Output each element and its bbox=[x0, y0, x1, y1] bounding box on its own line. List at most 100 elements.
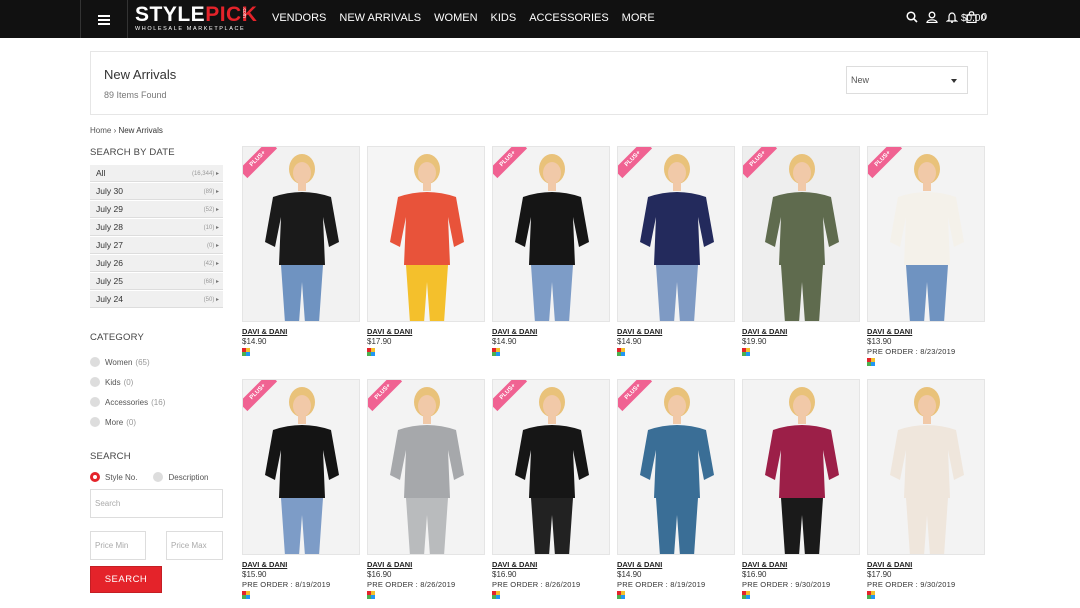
product-brand-link[interactable]: DAVI & DANI bbox=[242, 560, 360, 569]
date-filter-count: (10) bbox=[204, 224, 219, 231]
color-swatch-icon[interactable] bbox=[492, 591, 500, 599]
color-swatch-icon[interactable] bbox=[367, 348, 375, 356]
product-image[interactable]: PLUS+ bbox=[242, 379, 360, 555]
product-image[interactable]: PLUS+ bbox=[492, 146, 610, 322]
color-swatch-icon[interactable] bbox=[742, 348, 750, 356]
date-filter-item[interactable]: July 26 (42) bbox=[90, 255, 223, 272]
style-no-radio[interactable] bbox=[90, 472, 100, 482]
category-checkbox[interactable] bbox=[90, 417, 100, 427]
product-card[interactable]: PLUS+ DAVI & DANI $16.90 PRE ORDER : 8/26/2… bbox=[492, 379, 610, 599]
description-radio[interactable] bbox=[153, 472, 164, 482]
product-brand-link[interactable]: DAVI & DANI bbox=[617, 327, 735, 336]
product-brand-link[interactable]: DAVI & DANI bbox=[867, 327, 985, 336]
listing-header: New Arrivals 89 Items Found New bbox=[90, 51, 988, 115]
category-item[interactable]: Women (65) bbox=[90, 352, 165, 372]
product-image[interactable]: PLUS+ bbox=[242, 146, 360, 322]
hamburger-menu-button[interactable] bbox=[80, 0, 128, 38]
product-card[interactable]: DAVI & DANI $16.90 PRE ORDER : 9/30/2019 bbox=[742, 379, 860, 599]
pre-order-date: PRE ORDER : 8/26/2019 bbox=[367, 580, 456, 589]
category-checkbox[interactable] bbox=[90, 397, 100, 407]
search-input[interactable]: Search bbox=[90, 489, 223, 518]
product-card[interactable]: PLUS+ DAVI & DANI $16.90 PRE ORDER : 8/26/2… bbox=[367, 379, 485, 599]
product-card[interactable]: PLUS+ DAVI & DANI $19.90 bbox=[742, 146, 860, 356]
color-swatch-icon[interactable] bbox=[242, 348, 250, 356]
product-image[interactable] bbox=[742, 379, 860, 555]
cart-total[interactable]: $0.00 bbox=[961, 13, 986, 24]
product-brand-link[interactable]: DAVI & DANI bbox=[367, 560, 485, 569]
product-price: $16.90 bbox=[742, 570, 767, 579]
product-image[interactable]: PLUS+ bbox=[617, 379, 735, 555]
product-brand-link[interactable]: DAVI & DANI bbox=[742, 327, 860, 336]
breadcrumb-home[interactable]: Home bbox=[90, 126, 111, 135]
category-item[interactable]: Accessories (16) bbox=[90, 392, 165, 412]
color-swatch-icon[interactable] bbox=[617, 348, 625, 356]
date-filter-item[interactable]: July 29 (52) bbox=[90, 201, 223, 218]
product-card[interactable]: PLUS+ DAVI & DANI $14.90 bbox=[492, 146, 610, 356]
product-image[interactable] bbox=[867, 379, 985, 555]
color-swatch-icon[interactable] bbox=[867, 591, 875, 599]
product-image[interactable]: PLUS+ bbox=[617, 146, 735, 322]
date-filter-item[interactable]: July 28 (10) bbox=[90, 219, 223, 236]
product-price: $17.90 bbox=[867, 570, 892, 579]
product-card[interactable]: DAVI & DANI $17.90 PRE ORDER : 9/30/2019 bbox=[867, 379, 985, 599]
product-price: $19.90 bbox=[742, 337, 767, 346]
bell-icon[interactable] bbox=[946, 11, 959, 23]
product-brand-link[interactable]: DAVI & DANI bbox=[492, 560, 610, 569]
date-filter-item[interactable]: July 25 (68) bbox=[90, 273, 223, 290]
breadcrumb-current: New Arrivals bbox=[118, 126, 163, 135]
date-filter-item[interactable]: July 27 (0) bbox=[90, 237, 223, 254]
date-filter-count: (52) bbox=[204, 206, 219, 213]
nav-accessories[interactable]: ACCESSORIES bbox=[529, 12, 608, 24]
date-filter-label: July 24 bbox=[96, 294, 123, 304]
category-checkbox[interactable] bbox=[90, 377, 100, 387]
product-card[interactable]: PLUS+ DAVI & DANI $14.90 bbox=[242, 146, 360, 356]
product-image[interactable] bbox=[367, 146, 485, 322]
nav-more[interactable]: MORE bbox=[622, 12, 655, 24]
product-image[interactable]: PLUS+ bbox=[367, 379, 485, 555]
product-brand-link[interactable]: DAVI & DANI bbox=[492, 327, 610, 336]
date-filter-item[interactable]: July 30 (89) bbox=[90, 183, 223, 200]
nav-vendors[interactable]: VENDORS bbox=[272, 12, 326, 24]
category-checkbox[interactable] bbox=[90, 357, 100, 367]
nav-new-arrivals[interactable]: NEW ARRIVALS bbox=[339, 12, 421, 24]
model-illustration bbox=[515, 154, 589, 321]
category-item[interactable]: More (0) bbox=[90, 412, 165, 432]
date-filter-item[interactable]: All (16,344) bbox=[90, 165, 223, 182]
product-brand-link[interactable]: DAVI & DANI bbox=[617, 560, 735, 569]
product-price: $16.90 bbox=[367, 570, 392, 579]
product-card[interactable]: DAVI & DANI $17.90 bbox=[367, 146, 485, 356]
color-swatch-icon[interactable] bbox=[867, 358, 875, 366]
color-swatch-icon[interactable] bbox=[367, 591, 375, 599]
product-brand-link[interactable]: DAVI & DANI bbox=[242, 327, 360, 336]
product-image[interactable]: PLUS+ bbox=[742, 146, 860, 322]
color-swatch-icon[interactable] bbox=[617, 591, 625, 599]
site-logo[interactable]: STYLEPICK WHOLESALE MARKETPLACE .com bbox=[135, 4, 257, 33]
search-button[interactable]: SEARCH bbox=[90, 566, 162, 593]
product-image[interactable]: PLUS+ bbox=[492, 379, 610, 555]
product-brand-link[interactable]: DAVI & DANI bbox=[742, 560, 860, 569]
nav-women[interactable]: WOMEN bbox=[434, 12, 477, 24]
product-card[interactable]: PLUS+ DAVI & DANI $15.90 PRE ORDER : 8/19/2… bbox=[242, 379, 360, 599]
price-min-input[interactable]: Price Min bbox=[90, 531, 146, 560]
page-title: New Arrivals bbox=[104, 67, 177, 82]
price-max-input[interactable]: Price Max bbox=[166, 531, 223, 560]
nav-kids[interactable]: KIDS bbox=[491, 12, 517, 24]
category-item[interactable]: Kids (0) bbox=[90, 372, 165, 392]
user-icon[interactable] bbox=[926, 11, 939, 23]
product-brand-link[interactable]: DAVI & DANI bbox=[867, 560, 985, 569]
color-swatch-icon[interactable] bbox=[242, 591, 250, 599]
breadcrumb: Home › New Arrivals bbox=[90, 126, 163, 135]
product-card[interactable]: PLUS+ DAVI & DANI $14.90 PRE ORDER : 8/19/2… bbox=[617, 379, 735, 599]
product-price: $17.90 bbox=[367, 337, 392, 346]
product-card[interactable]: PLUS+ DAVI & DANI $14.90 bbox=[617, 146, 735, 356]
color-swatch-icon[interactable] bbox=[492, 348, 500, 356]
sort-dropdown[interactable]: New bbox=[846, 66, 968, 94]
model-illustration bbox=[890, 154, 964, 321]
product-brand-link[interactable]: DAVI & DANI bbox=[367, 327, 485, 336]
product-card[interactable]: PLUS+ DAVI & DANI $13.90 PRE ORDER : 8/23/2… bbox=[867, 146, 985, 366]
color-swatch-icon[interactable] bbox=[742, 591, 750, 599]
search-icon[interactable] bbox=[906, 11, 919, 23]
date-filter-item[interactable]: July 24 (50) bbox=[90, 291, 223, 308]
pre-order-date: PRE ORDER : 9/30/2019 bbox=[742, 580, 831, 589]
product-image[interactable]: PLUS+ bbox=[867, 146, 985, 322]
